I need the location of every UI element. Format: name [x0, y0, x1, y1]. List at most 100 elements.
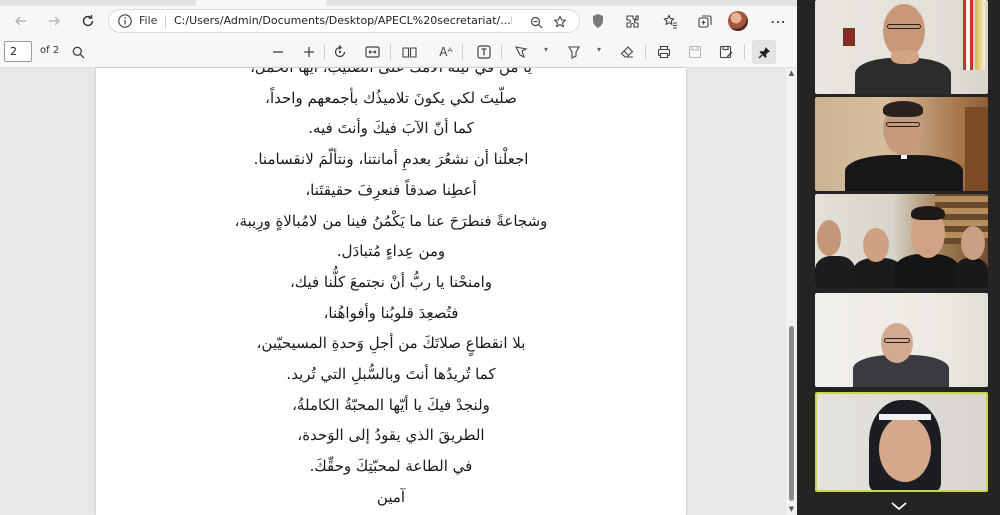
clerical-collar — [901, 155, 907, 159]
participant-head — [817, 220, 841, 256]
pin-toolbar-button[interactable] — [752, 40, 776, 64]
prayer-line: بلا انقطاعٍ صلاتَكَ من أجلِ وَحدةِ المسي… — [256, 334, 526, 353]
info-icon[interactable] — [117, 13, 133, 29]
participant-tile-2[interactable] — [815, 97, 988, 191]
highlight-options-chevron-icon[interactable]: ▾ — [597, 45, 601, 54]
shield-icon[interactable] — [586, 9, 610, 33]
read-aloud-button[interactable]: Aᴬ — [434, 40, 458, 64]
highlight-button[interactable] — [562, 40, 586, 64]
address-toolbar: File C:/Users/Admin/Documents/Desktop/AP… — [0, 6, 797, 36]
zoom-in-button[interactable] — [297, 40, 321, 64]
participant-tile-5-active-speaker[interactable] — [815, 392, 988, 492]
print-button[interactable] — [652, 40, 676, 64]
print-icon — [657, 45, 671, 59]
door-frame — [965, 107, 988, 191]
prayer-line: ومن عِداءٍ مُتبادَل. — [336, 242, 446, 261]
address-bar[interactable]: File C:/Users/Admin/Documents/Desktop/AP… — [108, 9, 580, 33]
back-button[interactable] — [8, 9, 34, 33]
prayer-line: اجعلْنا أن نشعُرَ بعدمِ أمانتنا، ونتألّم… — [253, 150, 529, 169]
eraser-icon — [620, 46, 634, 58]
rotate-button[interactable] — [328, 40, 352, 64]
save-as-button[interactable] — [714, 40, 738, 64]
prayer-line: الطريقَ الذي يقودُ إلى الوَحدة، — [297, 426, 485, 445]
glasses-icon — [886, 122, 920, 127]
page-view-button[interactable] — [397, 40, 421, 64]
forward-arrow-icon — [49, 16, 60, 26]
lebanese-flag-icon — [963, 0, 973, 70]
prayer-line: كما أنّ الآبَ فيكَ وأنتَ فيه. — [308, 119, 474, 138]
rotate-icon — [334, 45, 346, 58]
flag-icon — [975, 0, 985, 70]
toolbar-divider — [324, 44, 325, 60]
participant-hair — [911, 206, 945, 220]
participant-body — [815, 256, 855, 288]
participant-body — [895, 254, 959, 288]
zoom-out-button[interactable] — [266, 40, 290, 64]
favorite-star-icon[interactable] — [551, 13, 569, 31]
vertical-scrollbar[interactable]: ▲ ▼ — [786, 68, 797, 515]
fit-to-page-button[interactable] — [360, 40, 384, 64]
minus-icon — [273, 51, 283, 53]
save-button[interactable] — [683, 40, 707, 64]
participant-tile-4[interactable] — [815, 293, 988, 387]
refresh-button[interactable] — [75, 9, 101, 33]
fit-page-icon — [364, 46, 380, 58]
prayer-line: ولنجدْ فيكَ يا أيّها المحبّةُ الكاملةُ، — [292, 395, 490, 414]
forward-button[interactable] — [41, 9, 67, 33]
toolbar-divider — [645, 44, 646, 60]
participant-head — [863, 228, 889, 262]
save-icon — [688, 45, 702, 59]
add-text-button[interactable] — [472, 40, 496, 64]
draw-button[interactable] — [509, 40, 533, 64]
participant-body — [955, 258, 988, 288]
back-arrow-icon — [15, 16, 26, 26]
pdf-toolbar: 2 of 2 Aᴬ ▾ ▾ — [0, 36, 797, 68]
prayer-line: كما تُريدُها أنتَ وبالسُّبلِ التي تُريد. — [286, 365, 496, 383]
read-aloud-icon: Aᴬ — [439, 45, 453, 59]
search-icon — [72, 46, 84, 58]
toolbar-divider — [501, 44, 502, 60]
video-call-panel — [797, 0, 1000, 515]
profile-avatar[interactable] — [728, 11, 748, 31]
scroll-up-arrow-icon[interactable]: ▲ — [787, 69, 796, 77]
zoom-icon[interactable] — [527, 13, 545, 31]
prayer-amen: آمين — [376, 487, 406, 506]
glasses-icon — [884, 338, 910, 343]
page-view-icon — [401, 46, 417, 58]
page-number-input[interactable]: 2 — [4, 41, 32, 62]
toolbar-divider — [390, 44, 391, 60]
prayer-line: أعطِنا صدقاً فنعرِفَ حقيقتَنا، — [305, 180, 477, 199]
scrollbar-thumb[interactable] — [789, 326, 794, 501]
participant-hands — [891, 50, 919, 64]
pin-icon — [758, 46, 770, 58]
plus-icon — [304, 47, 314, 57]
participant-tile-3[interactable] — [815, 194, 988, 288]
favorites-icon[interactable] — [658, 9, 682, 33]
extensions-icon[interactable] — [620, 9, 644, 33]
url-separator — [165, 15, 166, 28]
pdf-viewer[interactable]: يا من في ليلة آلامك على الصليب، أيها الح… — [0, 68, 797, 515]
participant-hair — [883, 101, 923, 117]
prayer-line: صلّيتَ لكي يكونَ تلاميذُك بأجمعهم واحداً… — [265, 88, 517, 107]
page-total-label: of 2 — [40, 45, 60, 56]
prayer-line: وامنحْنا يا ربُّ أنْ نجتمعَ كلُّنا فيك، — [289, 272, 493, 291]
participant-head — [961, 226, 985, 260]
browser-window: File C:/Users/Admin/Documents/Desktop/AP… — [0, 0, 797, 515]
scroll-down-arrow-icon[interactable]: ▼ — [787, 505, 796, 513]
veil-band — [879, 414, 931, 420]
url-text[interactable]: C:/Users/Admin/Documents/Desktop/APECL%2… — [174, 14, 512, 27]
find-button[interactable] — [66, 40, 90, 64]
more-menu-icon[interactable]: ⋯ — [766, 9, 790, 33]
prayer-line: فتُصعِدَ قلوبُنا وأفواهُنا، — [323, 303, 459, 322]
text-box-icon — [477, 45, 491, 59]
draw-options-chevron-icon[interactable]: ▾ — [544, 45, 548, 54]
participant-head — [879, 416, 931, 482]
expand-panel-chevron-icon[interactable] — [889, 500, 909, 512]
participant-tile-1[interactable] — [815, 0, 988, 94]
toolbar-divider — [744, 44, 745, 60]
wall-icon-frame — [843, 28, 855, 46]
toolbar-divider — [462, 44, 463, 60]
collections-icon[interactable] — [692, 9, 716, 33]
erase-button[interactable] — [615, 40, 639, 64]
prayer-line: يا من في ليلة آلامك على الصليب، أيها الح… — [96, 68, 686, 76]
